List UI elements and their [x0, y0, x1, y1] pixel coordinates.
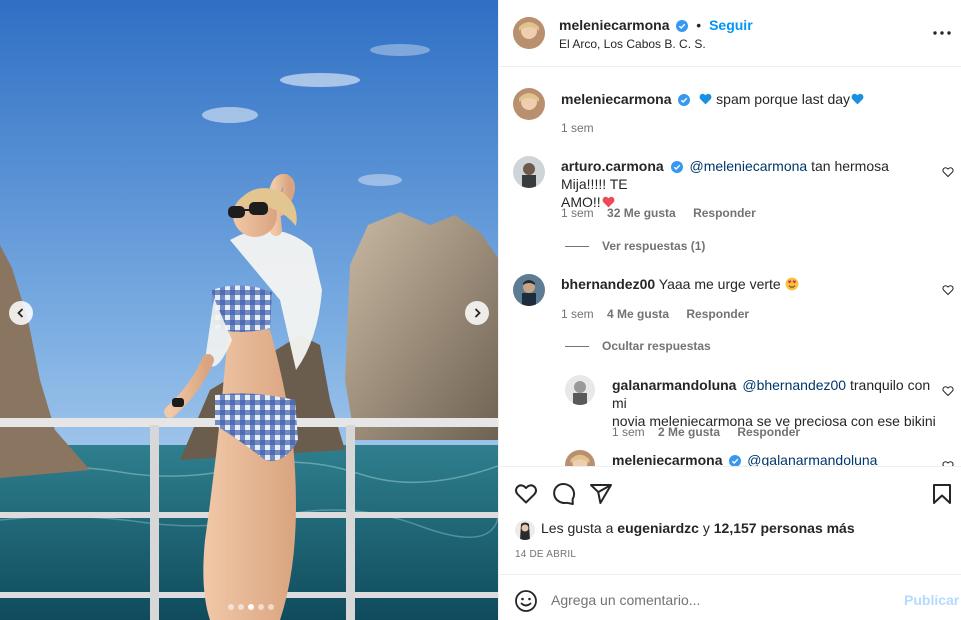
chevron-left-icon	[17, 308, 24, 318]
caption-username[interactable]: meleniecarmona	[561, 91, 672, 107]
reply-button[interactable]: Responder	[686, 307, 749, 321]
view-replies-button[interactable]: Ver respuestas (1)	[602, 239, 705, 253]
comment-input[interactable]	[551, 587, 881, 613]
send-paper-plane-icon	[590, 484, 612, 504]
likes-summary: Les gusta a eugeniardzc y 12,157 persona…	[541, 520, 855, 536]
comment-like-heart-icon[interactable]	[942, 284, 954, 296]
reply-button[interactable]: Responder	[693, 206, 756, 220]
comment-text: Yaaa me urge verte	[658, 276, 781, 292]
caption-avatar[interactable]	[513, 88, 545, 120]
heart-eyes-emoji-icon	[785, 277, 799, 291]
likes-count-button[interactable]: 12,157 personas más	[714, 520, 855, 536]
post-header: meleniecarmona • Seguir El Arco, Los Cab…	[499, 0, 961, 67]
carousel-dot	[258, 604, 264, 610]
verified-badge-icon	[729, 455, 742, 466]
verified-badge-icon	[678, 94, 691, 106]
carousel-dot	[238, 604, 244, 610]
reply-time[interactable]: 1 sem	[612, 425, 645, 439]
reply-likes-count[interactable]: 2 Me gusta	[658, 425, 720, 439]
avatar-image	[565, 450, 595, 466]
reply-username[interactable]: meleniecarmona	[612, 452, 723, 466]
caption-time[interactable]: 1 sem	[561, 121, 594, 135]
post-photo[interactable]	[0, 0, 498, 620]
comment-time[interactable]: 1 sem	[561, 206, 594, 220]
reply-avatar[interactable]	[565, 375, 595, 405]
carousel-prev-button[interactable]	[9, 301, 33, 325]
avatar-image	[513, 88, 545, 120]
author-username[interactable]: meleniecarmona	[559, 17, 670, 33]
more-options-button[interactable]	[931, 23, 953, 43]
commenter-avatar[interactable]	[513, 274, 545, 306]
reply-button[interactable]: Responder	[737, 425, 800, 439]
emoji-picker-button[interactable]	[514, 589, 538, 613]
comment-like-heart-icon[interactable]	[942, 166, 954, 178]
post-actions: Les gusta a eugeniardzc y 12,157 persona…	[499, 466, 961, 574]
reply-mention[interactable]: @galanarmandoluna	[747, 452, 877, 466]
avatar-image	[513, 274, 545, 306]
likes-middle: y	[698, 520, 714, 536]
chevron-right-icon	[474, 308, 481, 318]
comments-list[interactable]: meleniecarmona spam porque last day 1 se…	[499, 68, 961, 466]
commenter-username[interactable]: bhernandez00	[561, 276, 655, 292]
likes-prefix: Les gusta a	[541, 520, 618, 536]
replies-divider	[565, 246, 589, 247]
avatar-image	[515, 520, 535, 540]
photo-scene	[0, 0, 498, 620]
comment-time[interactable]: 1 sem	[561, 307, 594, 321]
publish-button[interactable]: Publicar	[904, 592, 959, 608]
blue-heart-emoji-icon	[699, 93, 712, 105]
carousel-indicator	[228, 604, 274, 610]
heart-icon	[514, 484, 538, 504]
comment-bubble-icon	[553, 483, 576, 505]
caption-text: spam porque last day	[716, 91, 851, 107]
replies-divider	[565, 346, 589, 347]
post-date[interactable]: 14 DE ABRIL	[515, 549, 576, 560]
save-button[interactable]	[930, 482, 954, 506]
verified-badge-icon	[670, 161, 683, 173]
author-avatar[interactable]	[513, 17, 545, 49]
smiley-icon	[515, 590, 537, 612]
liker-avatar[interactable]	[515, 520, 535, 540]
post-side-panel: meleniecarmona • Seguir El Arco, Los Cab…	[498, 0, 961, 620]
carousel-dot	[268, 604, 274, 610]
more-horizontal-icon	[933, 31, 951, 35]
carousel-next-button[interactable]	[465, 301, 489, 325]
bookmark-icon	[933, 484, 951, 504]
blue-heart-emoji-icon	[851, 93, 864, 105]
avatar-image	[565, 375, 595, 405]
comment-mention[interactable]: @meleniecarmona	[689, 158, 807, 174]
liker-username[interactable]: eugeniardzc	[617, 520, 699, 536]
avatar-image	[513, 17, 545, 49]
comment-button[interactable]	[552, 482, 576, 506]
like-button[interactable]	[514, 482, 538, 506]
carousel-dot-active	[248, 604, 254, 610]
reply-mention[interactable]: @bhernandez00	[742, 377, 846, 393]
commenter-username[interactable]: arturo.carmona	[561, 158, 664, 174]
comment-composer: Publicar	[499, 574, 961, 620]
verified-badge-icon	[676, 20, 689, 32]
follow-button[interactable]: Seguir	[709, 17, 753, 33]
instagram-post-view: meleniecarmona • Seguir El Arco, Los Cab…	[0, 0, 961, 620]
reply-like-heart-icon[interactable]	[942, 385, 954, 397]
carousel-dot	[228, 604, 234, 610]
comment-likes-count[interactable]: 32 Me gusta	[607, 206, 676, 220]
comment-likes-count[interactable]: 4 Me gusta	[607, 307, 669, 321]
hide-replies-button[interactable]: Ocultar respuestas	[602, 339, 711, 353]
reply-avatar[interactable]	[565, 450, 595, 466]
reply-username[interactable]: galanarmandoluna	[612, 377, 736, 393]
header-separator: •	[696, 17, 702, 33]
commenter-avatar[interactable]	[513, 156, 545, 188]
avatar-image	[513, 156, 545, 188]
share-button[interactable]	[589, 482, 613, 506]
post-location[interactable]: El Arco, Los Cabos B. C. S.	[559, 37, 706, 51]
